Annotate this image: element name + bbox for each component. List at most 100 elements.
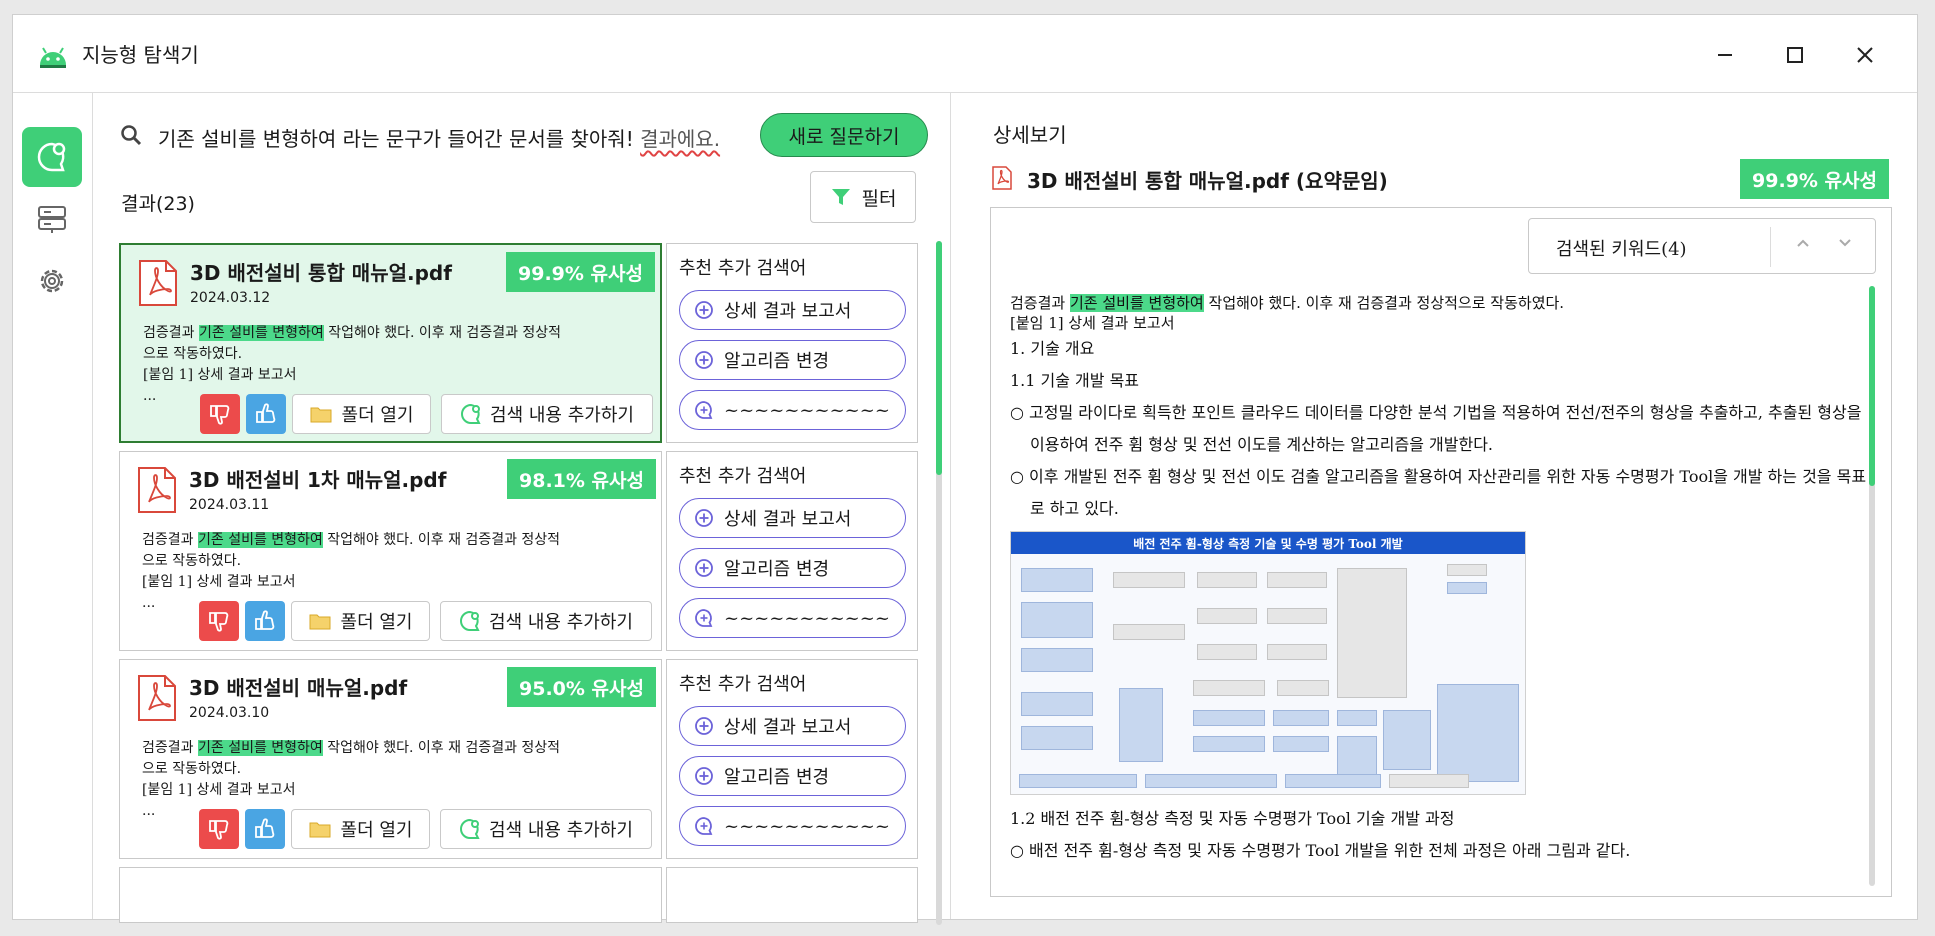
doc-line: 검증결과 기존 설비를 변형하여 작업해야 했다. 이후 재 검증결과 정상적으… bbox=[1010, 293, 1870, 313]
recommendation-chip[interactable]: ~~~~~~~~~~~ bbox=[679, 598, 906, 638]
filter-button[interactable]: 필터 bbox=[810, 171, 916, 223]
android-app-icon bbox=[40, 47, 66, 68]
recommendation-chip[interactable]: 알고리즘 변경 bbox=[679, 548, 906, 588]
close-button[interactable] bbox=[1845, 35, 1885, 75]
add-search-label: 검색 내용 추가하기 bbox=[489, 820, 633, 841]
recommendation-chip[interactable]: ~~~~~~~~~~~ bbox=[679, 390, 906, 430]
add-search-button[interactable]: 검색 내용 추가하기 bbox=[440, 601, 652, 641]
similarity-badge: 95.0% 유사성 bbox=[507, 667, 656, 707]
figure-block bbox=[1021, 692, 1093, 716]
dislike-button[interactable] bbox=[199, 601, 239, 641]
chip-label: ~~~~~~~~~~~ bbox=[724, 607, 890, 629]
figure-block bbox=[1145, 774, 1277, 788]
recommendation-chip[interactable]: 상세 결과 보고서 bbox=[679, 706, 906, 746]
recommendation-chip[interactable]: ~~~~~~~~~~~ bbox=[679, 806, 906, 846]
figure-block bbox=[1389, 774, 1469, 788]
viewer-scrollbar-thumb[interactable] bbox=[1869, 286, 1875, 486]
result-card[interactable]: 3D 배전설비 매뉴얼.pdf 2024.03.10 95.0% 유사성 검증결… bbox=[119, 659, 662, 859]
thumbs-down-icon bbox=[209, 612, 229, 632]
thumbs-down-icon bbox=[209, 820, 229, 840]
chat-plus-icon bbox=[695, 401, 713, 419]
recommendation-chip[interactable]: 상세 결과 보고서 bbox=[679, 498, 906, 538]
folder-icon bbox=[310, 407, 332, 423]
open-folder-button[interactable]: 폴더 열기 bbox=[292, 394, 431, 434]
card-title: 3D 배전설비 매뉴얼.pdf bbox=[189, 676, 408, 700]
figure-block bbox=[1193, 736, 1265, 752]
add-search-button[interactable]: 검색 내용 추가하기 bbox=[441, 394, 653, 434]
chip-label: 상세 결과 보고서 bbox=[724, 509, 852, 530]
filter-icon bbox=[831, 189, 850, 205]
recommendation-chip[interactable]: 알고리즘 변경 bbox=[679, 340, 906, 380]
thumbs-up-icon bbox=[255, 818, 275, 838]
recommendation-title: 추천 추가 검색어 bbox=[679, 674, 807, 695]
thumbs-up-icon bbox=[256, 403, 276, 423]
results-pane: 기존 설비를 변형하여 라는 문구가 들어간 문서를 찾아줘! 결과에요. 새로… bbox=[94, 93, 951, 925]
open-folder-button[interactable]: 폴더 열기 bbox=[291, 601, 430, 641]
open-folder-label: 폴더 열기 bbox=[341, 405, 414, 426]
card-date: 2024.03.11 bbox=[189, 497, 270, 513]
chevron-down-icon[interactable] bbox=[1837, 235, 1853, 251]
snippet-highlight: 기존 설비를 변형하여 bbox=[197, 532, 323, 548]
thumbs-down-icon bbox=[210, 405, 230, 425]
search-icon bbox=[121, 125, 142, 146]
dislike-button[interactable] bbox=[199, 809, 239, 849]
filter-label: 필터 bbox=[861, 187, 897, 210]
query-suffix: 결과에요. bbox=[640, 127, 721, 151]
open-folder-button[interactable]: 폴더 열기 bbox=[291, 809, 430, 849]
side-rail bbox=[13, 93, 93, 919]
minimize-icon bbox=[1718, 54, 1732, 56]
figure-block bbox=[1119, 688, 1163, 762]
plus-circle-icon bbox=[695, 301, 713, 319]
rail-chat-search[interactable] bbox=[22, 127, 82, 187]
new-question-button[interactable]: 새로 질문하기 bbox=[760, 113, 928, 157]
snippet-more: ... bbox=[142, 803, 156, 819]
close-icon bbox=[1857, 47, 1873, 63]
plus-circle-icon bbox=[695, 717, 713, 735]
chat-search-icon bbox=[37, 142, 66, 172]
keyword-count: 검색된 키워드(4) bbox=[1556, 239, 1687, 260]
rail-server[interactable] bbox=[22, 189, 82, 249]
query-text: 기존 설비를 변형하여 라는 문구가 들어간 문서를 찾아줘! bbox=[158, 127, 634, 151]
card-title: 3D 배전설비 통합 매뉴얼.pdf bbox=[190, 261, 452, 285]
figure-block bbox=[1021, 726, 1093, 750]
figure-block bbox=[1197, 608, 1257, 624]
results-scrollbar[interactable] bbox=[936, 241, 942, 925]
app-window: 지능형 탐색기 기존 설비를 변형하여 라는 문구가 들어간 문서를 찾아줘! … bbox=[12, 14, 1918, 925]
like-button[interactable] bbox=[245, 601, 285, 641]
like-button[interactable] bbox=[245, 809, 285, 849]
results-scrollbar-thumb[interactable] bbox=[936, 241, 942, 475]
chevron-up-icon[interactable] bbox=[1795, 235, 1811, 251]
like-button[interactable] bbox=[246, 394, 286, 434]
keyword-divider bbox=[1770, 227, 1771, 267]
chip-label: 알고리즘 변경 bbox=[724, 767, 830, 788]
recommendation-panel-placeholder bbox=[666, 867, 918, 923]
doc-bullet: ○ 배전 전주 휨-형상 측정 및 자동 수명평가 Tool 개발을 위한 전체… bbox=[1010, 841, 1631, 860]
similarity-badge: 98.1% 유사성 bbox=[507, 459, 656, 499]
open-folder-label: 폴더 열기 bbox=[340, 820, 413, 841]
figure-block bbox=[1267, 608, 1327, 624]
rail-settings[interactable] bbox=[22, 251, 82, 311]
viewer-scrollbar[interactable] bbox=[1869, 286, 1875, 886]
figure-block bbox=[1277, 680, 1329, 696]
detail-heading: 상세보기 bbox=[993, 123, 1067, 147]
figure-block bbox=[1021, 648, 1093, 672]
chat-plus-icon bbox=[695, 817, 713, 835]
maximize-button[interactable] bbox=[1775, 35, 1815, 75]
recommendation-chip[interactable]: 상세 결과 보고서 bbox=[679, 290, 906, 330]
doc-subsection-heading: 1.1 기술 개발 목표 bbox=[1010, 371, 1140, 390]
figure-block bbox=[1273, 710, 1329, 726]
recommendation-chip[interactable]: 알고리즘 변경 bbox=[679, 756, 906, 796]
figure-block bbox=[1021, 602, 1093, 638]
figure-block bbox=[1437, 684, 1519, 782]
result-card[interactable]: 3D 배전설비 통합 매뉴얼.pdf 2024.03.12 99.9% 유사성 … bbox=[119, 243, 662, 443]
add-search-button[interactable]: 검색 내용 추가하기 bbox=[440, 809, 652, 849]
minimize-button[interactable] bbox=[1705, 35, 1745, 75]
doc-section-heading: 1. 기술 개요 bbox=[1010, 339, 1095, 358]
card-title: 3D 배전설비 1차 매뉴얼.pdf bbox=[189, 468, 447, 492]
doc-bullet: ○ 이후 개발된 전주 휨 형상 및 전선 이도 검출 알고리즘을 활용하여 자… bbox=[1010, 467, 1867, 518]
dislike-button[interactable] bbox=[200, 394, 240, 434]
open-folder-label: 폴더 열기 bbox=[340, 612, 413, 633]
add-search-label: 검색 내용 추가하기 bbox=[490, 405, 634, 426]
pdf-icon bbox=[138, 467, 176, 513]
result-card[interactable]: 3D 배전설비 1차 매뉴얼.pdf 2024.03.11 98.1% 유사성 … bbox=[119, 451, 662, 651]
